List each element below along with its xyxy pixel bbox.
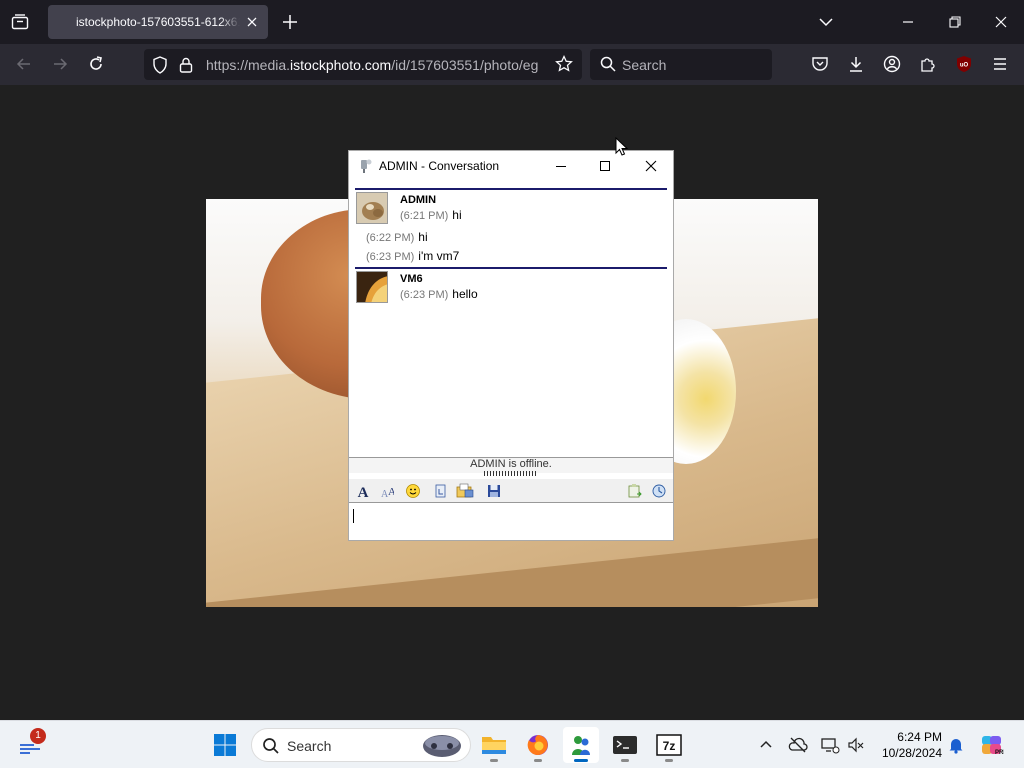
message-sender: ADMIN <box>400 194 437 206</box>
tab-title: istockphoto-157603551-612x612.jpg <box>76 15 240 29</box>
chat-close-icon[interactable] <box>643 158 659 174</box>
search-placeholder: Search <box>622 57 667 73</box>
message-timestamp: (6:23 PM) <box>400 289 449 301</box>
browser-tab[interactable]: istockphoto-157603551-612x612.jpg <box>48 5 268 39</box>
chat-minimize-icon[interactable] <box>553 158 569 174</box>
taskbar-search-placeholder: Search <box>287 738 332 754</box>
svg-text:PRE: PRE <box>995 750 1004 756</box>
file-explorer-app[interactable] <box>476 727 512 763</box>
reload-icon[interactable] <box>86 54 106 74</box>
taskbar-search[interactable]: Search <box>251 728 471 762</box>
app-indicator <box>574 759 588 762</box>
url-prefix: https://media. <box>206 57 291 73</box>
tab-bar: istockphoto-157603551-612x612.jpg <box>0 0 1024 44</box>
chevron-down-icon[interactable] <box>816 12 836 32</box>
chat-toolbar: A AA <box>349 479 673 503</box>
volume-muted-icon[interactable] <box>846 735 866 755</box>
search-highlight-icon <box>422 733 462 759</box>
svg-text:7z: 7z <box>663 739 676 753</box>
app-indicator <box>665 759 673 762</box>
minimize-icon[interactable] <box>898 12 918 32</box>
ublock-icon[interactable]: uO <box>954 54 974 74</box>
message-text: hello <box>452 287 478 301</box>
windows-taskbar: Search 7z 6:24 PM 10/28/2024 PR <box>0 720 1024 768</box>
forward-icon[interactable] <box>50 54 70 74</box>
terminal-app[interactable] <box>607 727 643 763</box>
tab-list-icon[interactable] <box>8 10 32 34</box>
search-icon <box>262 737 280 755</box>
network-icon[interactable] <box>820 735 840 755</box>
navigation-toolbar: https://media.istockphoto.com/id/1576035… <box>0 44 1024 85</box>
avatar <box>356 271 388 303</box>
app-indicator <box>621 759 629 762</box>
message-history[interactable]: ADMIN (6:21 PM) hi (6:22 PM) hi (6:23 PM) i… <box>355 188 667 456</box>
chevron-up-icon[interactable] <box>756 735 776 755</box>
lock-icon[interactable] <box>176 55 196 75</box>
app-indicator <box>490 759 498 762</box>
url-domain: istockphoto.com <box>290 57 392 73</box>
save-icon[interactable] <box>484 482 504 500</box>
text-color-icon[interactable]: AA <box>375 482 395 500</box>
conversation-window: ADMIN - Conversation ADMIN (6:21 PM) hi (… <box>348 150 674 541</box>
extensions-icon[interactable] <box>918 54 938 74</box>
firefox-app[interactable] <box>520 727 556 763</box>
message-separator <box>355 188 667 190</box>
copilot-icon[interactable]: PRE <box>980 733 1007 757</box>
message-text: hi <box>418 230 428 244</box>
account-icon[interactable] <box>882 54 902 74</box>
clock-time[interactable]: 6:24 PM <box>880 730 942 744</box>
url-bar[interactable]: https://media.istockphoto.com/id/1576035… <box>144 49 582 80</box>
message-text: i'm vm7 <box>418 249 460 263</box>
emoticon-icon[interactable] <box>403 482 423 500</box>
history-icon[interactable] <box>625 482 645 500</box>
avatar <box>356 192 388 224</box>
notification-badge: 1 <box>30 728 46 744</box>
font-icon[interactable]: A <box>353 482 373 500</box>
send-file-icon[interactable] <box>455 482 475 500</box>
message-line: (6:23 PM) hello <box>400 287 478 301</box>
search-icon <box>599 55 617 73</box>
message-sender: VM6 <box>400 273 423 285</box>
text-caret <box>353 509 354 523</box>
clock-date[interactable]: 10/28/2024 <box>870 746 942 760</box>
chat-app[interactable] <box>563 727 599 763</box>
close-icon[interactable] <box>991 12 1011 32</box>
nudge-icon[interactable] <box>431 482 451 500</box>
notification-bell-icon[interactable] <box>946 735 966 755</box>
mouse-cursor-icon <box>615 136 629 157</box>
pocket-icon[interactable] <box>810 54 830 74</box>
new-tab-icon[interactable] <box>280 12 300 32</box>
message-line: (6:23 PM) i'm vm7 <box>366 249 459 263</box>
onedrive-offline-icon[interactable] <box>788 735 808 755</box>
svg-text:A: A <box>388 486 394 498</box>
7zip-app[interactable]: 7z <box>651 727 687 763</box>
svg-text:uO: uO <box>960 63 969 69</box>
message-text: hi <box>452 208 462 222</box>
app-indicator <box>534 759 542 762</box>
message-input[interactable] <box>349 504 673 540</box>
url-path: /id/157603551/photo/eg <box>391 57 539 73</box>
resize-grip[interactable] <box>484 471 538 476</box>
shield-icon[interactable] <box>150 55 170 75</box>
restore-icon[interactable] <box>945 12 965 32</box>
message-line: (6:21 PM) hi <box>400 208 462 222</box>
message-timestamp: (6:23 PM) <box>366 251 415 263</box>
chat-window-title: ADMIN - Conversation <box>379 159 500 173</box>
message-line: (6:22 PM) hi <box>366 230 428 244</box>
url-text: https://media.istockphoto.com/id/1576035… <box>206 57 546 73</box>
start-button[interactable] <box>207 727 243 763</box>
close-tab-icon[interactable] <box>244 14 260 30</box>
download-icon[interactable] <box>846 54 866 74</box>
message-timestamp: (6:22 PM) <box>366 232 415 244</box>
svg-text:A: A <box>358 485 369 499</box>
search-bar[interactable]: Search <box>590 49 772 80</box>
back-icon[interactable] <box>14 54 34 74</box>
message-separator <box>355 267 667 269</box>
bookmark-star-icon[interactable] <box>554 54 574 74</box>
menu-icon[interactable] <box>990 54 1010 74</box>
message-timestamp: (6:21 PM) <box>400 210 449 222</box>
chat-maximize-icon[interactable] <box>597 158 613 174</box>
settings-globe-icon[interactable] <box>649 482 669 500</box>
chat-app-icon <box>358 158 374 174</box>
